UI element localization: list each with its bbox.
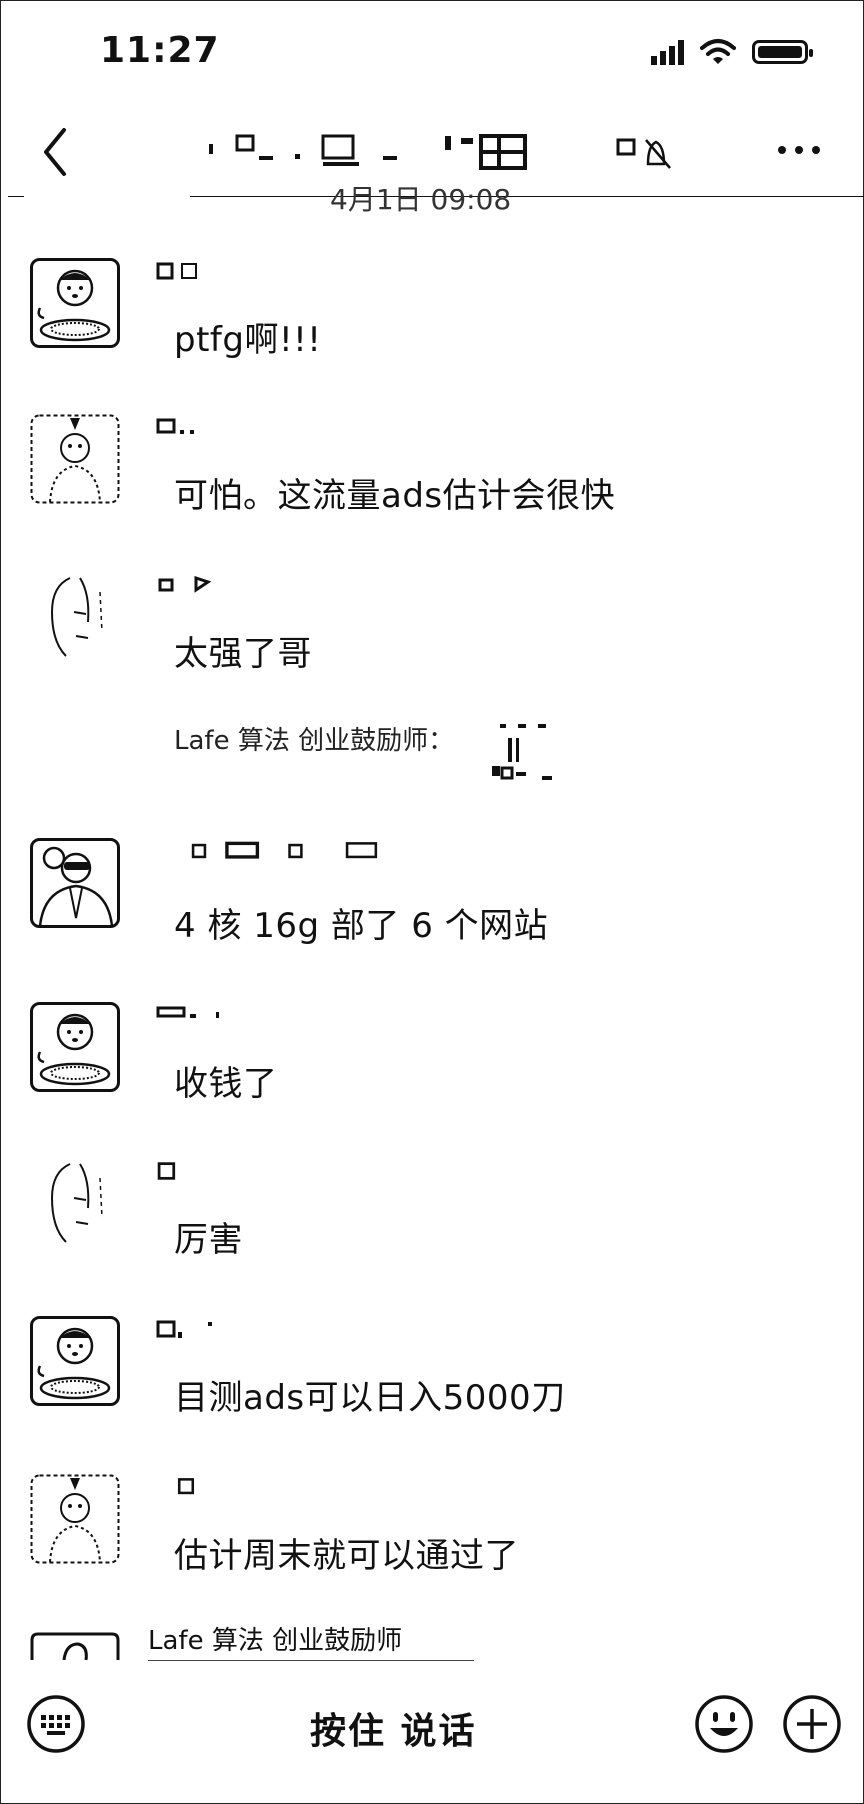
avatar[interactable] xyxy=(30,1474,120,1564)
avatar[interactable] xyxy=(30,1158,120,1248)
message-row: 4 核 16g 部了 6 个网站 xyxy=(0,838,864,948)
message-row: 可怕。这流量ads估计会很快 xyxy=(0,414,864,524)
message-row: 太强了哥 Lafe 算法 创业鼓励师： xyxy=(0,572,864,792)
quoted-reply: Lafe 算法 创业鼓励师： xyxy=(174,720,454,757)
message-row: ptfg啊!!! xyxy=(0,258,864,368)
message-row: 厉害 xyxy=(0,1158,864,1268)
sender-name: Lafe 算法 创业鼓励师 xyxy=(148,1626,403,1656)
date-separator: 4月1日 09:08 xyxy=(330,183,512,214)
keyboard-icon[interactable] xyxy=(26,1694,86,1754)
emoji-icon[interactable] xyxy=(694,1694,754,1754)
message-row: 估计周末就可以通过了 xyxy=(0,1474,864,1584)
status-icons xyxy=(651,38,813,66)
message-text: 太强了哥 xyxy=(174,634,312,674)
avatar[interactable] xyxy=(30,838,120,928)
avatar[interactable] xyxy=(30,572,120,662)
redacted-quote-content xyxy=(492,724,552,780)
redacted-sender-name xyxy=(157,1162,176,1180)
redacted-chat-title xyxy=(209,134,527,170)
redacted-sender-name xyxy=(191,841,378,859)
message-row-partial: Lafe 算法 创业鼓励师 xyxy=(0,1620,864,1661)
redacted-sender-name xyxy=(156,1320,212,1338)
message-row: 收钱了 xyxy=(0,1002,864,1112)
divider xyxy=(190,196,864,197)
message-text: 厉害 xyxy=(174,1220,243,1260)
avatar[interactable] xyxy=(30,414,120,504)
status-bar: 11:27 xyxy=(0,0,864,110)
message-text: ptfg啊!!! xyxy=(174,320,322,360)
redacted-sender-name xyxy=(158,575,212,593)
avatar[interactable] xyxy=(30,1316,120,1406)
avatar[interactable] xyxy=(30,1002,120,1092)
avatar[interactable] xyxy=(30,1632,120,1660)
redacted-sender-name xyxy=(177,1478,195,1495)
hold-to-talk-button[interactable]: 按住 说话 xyxy=(310,1702,477,1754)
battery-icon xyxy=(752,40,813,64)
input-bar: 按住 说话 xyxy=(0,1660,864,1800)
avatar[interactable] xyxy=(30,258,120,348)
message-text: 收钱了 xyxy=(174,1064,278,1104)
message-text: 可怕。这流量ads估计会很快 xyxy=(174,476,616,516)
message-text: 目测ads可以日入5000刀 xyxy=(174,1378,566,1418)
chevron-left-icon[interactable] xyxy=(36,122,76,182)
more-dots-icon[interactable] xyxy=(778,146,820,154)
divider xyxy=(8,196,24,197)
redacted-sender-name xyxy=(156,1006,219,1018)
redacted-sender-name xyxy=(156,262,197,280)
status-time: 11:27 xyxy=(100,30,220,71)
message-row: 目测ads可以日入5000刀 xyxy=(0,1316,864,1426)
quoted-sender: Lafe 算法 创业鼓励师： xyxy=(174,726,455,756)
signal-icon xyxy=(651,39,684,65)
bell-off-icon xyxy=(616,138,671,169)
plus-circle-icon[interactable] xyxy=(782,1694,842,1754)
redacted-sender-name xyxy=(156,418,194,434)
message-text: 4 核 16g 部了 6 个网站 xyxy=(174,906,549,946)
wifi-icon xyxy=(700,39,736,64)
message-text: 估计周末就可以通过了 xyxy=(174,1536,519,1576)
